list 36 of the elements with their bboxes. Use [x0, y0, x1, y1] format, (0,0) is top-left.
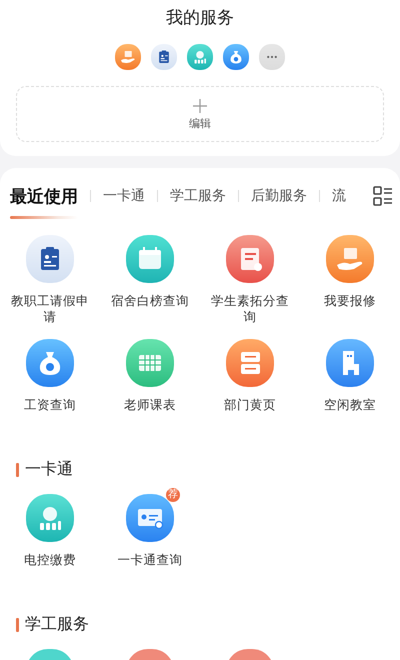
- clipboard-icon[interactable]: [151, 44, 177, 70]
- service-label[interactable]: 电控缴费: [24, 552, 76, 584]
- service-label[interactable]: 宿舍白榜查询: [111, 293, 189, 325]
- money-bag-icon[interactable]: [223, 44, 249, 70]
- service-label[interactable]: 部门黄页: [224, 397, 276, 429]
- category-tab[interactable]: 后勤服务: [251, 187, 307, 205]
- notebook-icon: [226, 235, 274, 283]
- tab-underline: [10, 216, 78, 219]
- category-tab[interactable]: 学工服务: [170, 187, 226, 205]
- clipboard-icon: [26, 235, 74, 283]
- service-label[interactable]: 工资查询: [24, 397, 76, 429]
- hand-box-icon[interactable]: [115, 44, 141, 70]
- address-book-icon: [226, 339, 274, 387]
- plus-icon: [192, 98, 208, 114]
- service-label[interactable]: 学生素拓分查询: [209, 293, 291, 325]
- hand-box-icon: [326, 235, 374, 283]
- calendar-icon: [126, 235, 174, 283]
- section-title: 一卡通: [25, 459, 73, 480]
- recommend-badge: 荐: [166, 488, 180, 502]
- money-bag-icon: [26, 339, 74, 387]
- meter-icon[interactable]: [187, 44, 213, 70]
- grid-menu-icon[interactable]: [373, 186, 393, 206]
- grid-icon: [126, 339, 174, 387]
- service-label[interactable]: 我要报修: [324, 293, 376, 325]
- category-tab[interactable]: 一卡通: [103, 187, 145, 205]
- page-title: 我的服务: [165, 7, 235, 30]
- section-title: 学工服务: [25, 614, 89, 635]
- building-icon: [326, 339, 374, 387]
- meter-icon: [26, 494, 74, 542]
- service-label[interactable]: 老师课表: [124, 397, 176, 429]
- service-label[interactable]: 空闲教室: [324, 397, 376, 429]
- service-label[interactable]: 一卡通查询: [118, 552, 182, 584]
- edit-button[interactable]: 编辑: [16, 86, 384, 142]
- category-tab[interactable]: 流: [332, 187, 346, 205]
- service-label[interactable]: 教职工请假申请: [9, 293, 91, 325]
- category-tab[interactable]: 最近使用: [10, 184, 78, 208]
